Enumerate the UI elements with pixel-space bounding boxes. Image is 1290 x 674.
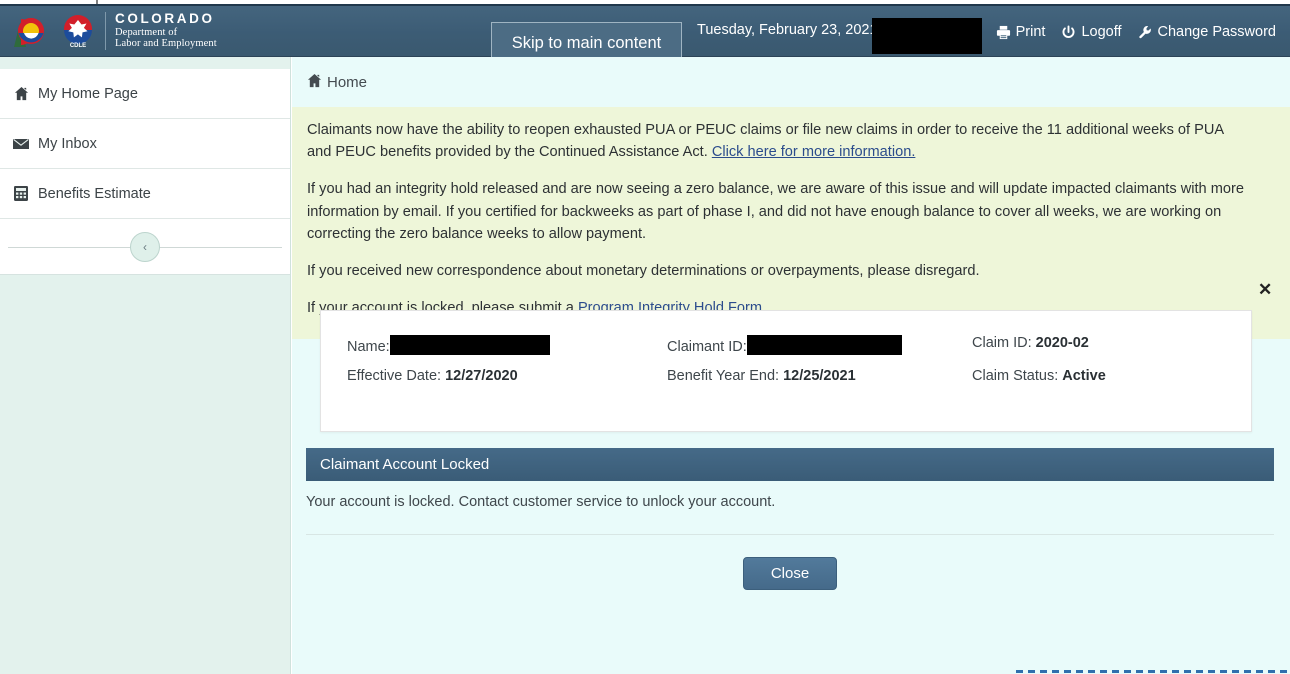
panel-actions: Close [306,535,1274,590]
print-label: Print [1015,24,1046,40]
calculator-icon [12,186,30,201]
brand-line-1: COLORADO [115,11,215,27]
alert-paragraph-1: Claimants now have the ability to reopen… [307,119,1250,163]
effective-date-value: 12/27/2020 [445,368,518,384]
claim-status-value: Active [1062,368,1106,384]
sidebar-item-my-home-page[interactable]: My Home Page [0,69,290,119]
claim-status-label: Claim Status: [972,368,1059,384]
brand-text: COLORADO Department of Labor and Employm… [106,12,217,49]
wrench-icon [1138,25,1153,40]
claim-name-value-redacted [389,335,550,355]
power-icon [1061,24,1076,40]
alert-paragraph-2: If you had an integrity hold released an… [307,181,1244,242]
alert-paragraph-3: If you received new correspondence about… [307,262,980,279]
change-password-label: Change Password [1157,24,1277,40]
claim-id-label: Claim ID: [972,335,1032,351]
brand-line-2: Department of [115,26,178,38]
claimant-id-label: Claimant ID: [667,339,747,355]
sidebar: My Home Page My Inbox Benefits Estimate … [0,57,291,674]
focus-outline-dashed [1016,670,1290,673]
claimant-id-field: Claimant ID: [667,335,972,355]
home-icon [12,86,30,101]
logoff-button[interactable]: Logoff [1061,24,1122,40]
panel-message: Your account is locked. Contact customer… [306,494,776,510]
envelope-icon [12,138,30,150]
app-header: CDLE COLORADO Department of Labor and Em… [0,6,1290,63]
main-content: Home Claimants now have the ability to r… [292,57,1290,674]
claim-name-label: Name: [347,339,390,355]
current-date-label: Tuesday, February 23, 2021 [697,22,878,38]
printer-icon [996,25,1011,40]
sidebar-item-label: My Inbox [38,135,97,152]
close-icon[interactable]: ✕ [1258,281,1274,298]
panel-title: Claimant Account Locked [306,448,1274,481]
header-actions: Print Logoff Change Password [996,24,1276,40]
close-button[interactable]: Close [742,557,838,590]
claim-status-field: Claim Status: Active [972,368,1106,384]
claim-name-field: Name: [347,335,667,355]
claim-summary-card: Name: Claimant ID: Claim ID: 2020-02 Eff… [320,310,1252,432]
benefit-year-end-label: Benefit Year End: [667,368,780,384]
brand-logos: CDLE [12,12,106,50]
benefit-year-end-field: Benefit Year End: 12/25/2021 [667,368,972,384]
benefit-year-end-value: 12/25/2021 [783,368,856,384]
sidebar-item-benefits-estimate[interactable]: Benefits Estimate [0,169,290,219]
effective-date-field: Effective Date: 12/27/2020 [347,368,667,384]
claim-id-field: Claim ID: 2020-02 [972,335,1106,355]
sidebar-item-label: My Home Page [38,85,138,102]
sidebar-item-label: Benefits Estimate [38,185,151,202]
change-password-button[interactable]: Change Password [1138,24,1277,40]
effective-date-label: Effective Date: [347,368,442,384]
chevron-left-icon: ‹ [143,240,147,254]
sidebar-nav: My Home Page My Inbox Benefits Estimate … [0,57,290,275]
username-redacted [872,18,982,54]
app-window: CDLE COLORADO Department of Labor and Em… [0,0,1290,674]
svg-text:CDLE: CDLE [70,43,86,49]
breadcrumb-label: Home [327,73,368,91]
announcement-alert: Claimants now have the ability to reopen… [292,107,1290,340]
breadcrumb: Home [292,57,1290,107]
home-icon [307,73,322,92]
sidebar-item-my-inbox[interactable]: My Inbox [0,119,290,169]
brand-block: CDLE COLORADO Department of Labor and Em… [12,10,217,52]
claimant-id-value-redacted [746,335,902,355]
brand-line-3: Labor and Employment [115,38,217,50]
sidebar-collapse-button[interactable]: ‹ [130,232,160,262]
cdle-seal-icon: CDLE [59,13,97,49]
claim-summary-grid: Name: Claimant ID: Claim ID: 2020-02 Eff… [347,335,1106,384]
claim-id-value: 2020-02 [1035,335,1089,351]
logoff-label: Logoff [1081,24,1122,40]
print-button[interactable]: Print [996,24,1046,40]
claimant-account-locked-panel: Claimant Account Locked Your account is … [306,448,1274,590]
more-information-link[interactable]: Click here for more information. [712,144,916,160]
colorado-logo-icon [12,13,56,49]
sidebar-collapse-row: ‹ [0,219,290,275]
